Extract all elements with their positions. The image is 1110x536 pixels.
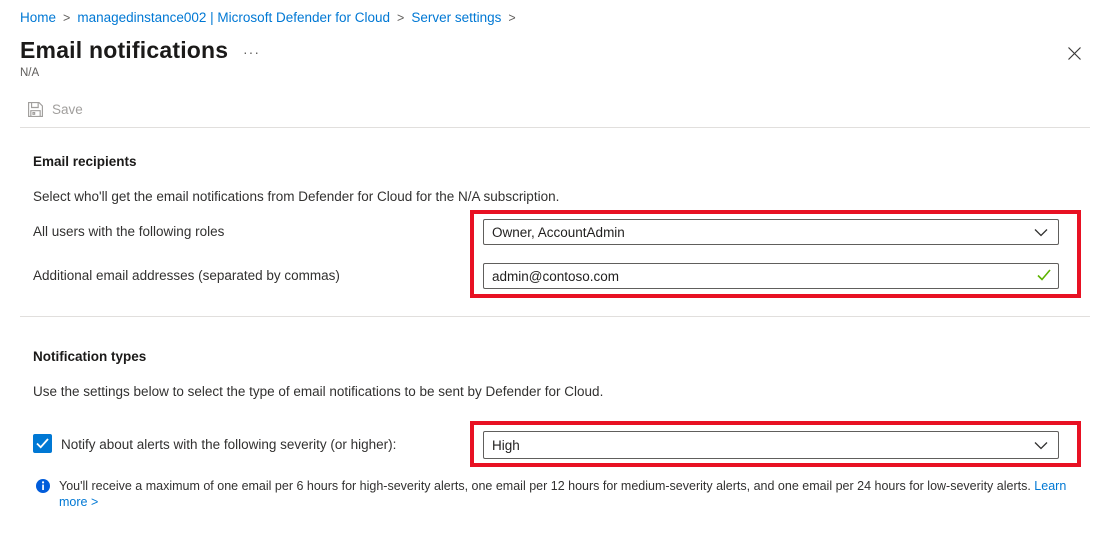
notification-types-description: Use the settings below to select the typ…	[33, 384, 604, 399]
breadcrumb-separator: >	[397, 11, 405, 25]
save-button-label: Save	[52, 102, 83, 117]
save-icon	[27, 101, 44, 118]
info-icon	[36, 479, 50, 493]
emails-field-wrap	[483, 263, 1059, 289]
save-button[interactable]: Save	[27, 101, 83, 118]
more-options-button[interactable]: ···	[243, 44, 260, 60]
breadcrumb-defender-for-cloud[interactable]: managedinstance002 | Microsoft Defender …	[77, 10, 390, 25]
chevron-down-icon	[1034, 228, 1048, 237]
email-notifications-page: Home > managedinstance002 | Microsoft Defe…	[0, 0, 1110, 536]
severity-dropdown[interactable]: High	[483, 431, 1059, 459]
page-title: Email notifications	[20, 37, 229, 63]
rate-limit-info-row: You'll receive a maximum of one email pe…	[36, 478, 1080, 510]
breadcrumb-server-settings[interactable]: Server settings	[411, 10, 501, 25]
subscription-subtitle: N/A	[20, 67, 40, 79]
email-recipients-description: Select who'll get the email notification…	[33, 189, 560, 204]
command-bar-divider	[20, 127, 1090, 128]
notification-types-heading: Notification types	[33, 349, 147, 364]
checkmark-icon	[36, 438, 49, 449]
section-divider	[20, 316, 1090, 317]
breadcrumb: Home > managedinstance002 | Microsoft Defe…	[20, 10, 523, 25]
severity-checkbox-label: Notify about alerts with the following s…	[61, 437, 397, 452]
severity-checkbox[interactable]	[33, 434, 52, 453]
rate-limit-info-text: You'll receive a maximum of one email pe…	[59, 478, 1080, 510]
severity-dropdown-value: High	[492, 437, 520, 453]
info-text-body: You'll receive a maximum of one email pe…	[59, 479, 1031, 493]
roles-field-label: All users with the following roles	[33, 224, 225, 239]
close-button[interactable]	[1063, 42, 1085, 64]
close-icon	[1067, 46, 1082, 61]
roles-dropdown[interactable]: Owner, AccountAdmin	[483, 219, 1059, 245]
emails-field-label: Additional email addresses (separated by…	[33, 268, 340, 283]
breadcrumb-separator: >	[508, 11, 516, 25]
breadcrumb-separator: >	[63, 11, 71, 25]
roles-dropdown-value: Owner, AccountAdmin	[492, 224, 625, 240]
additional-emails-input[interactable]	[483, 263, 1059, 289]
email-recipients-heading: Email recipients	[33, 154, 137, 169]
breadcrumb-home[interactable]: Home	[20, 10, 56, 25]
chevron-down-icon	[1034, 441, 1048, 450]
